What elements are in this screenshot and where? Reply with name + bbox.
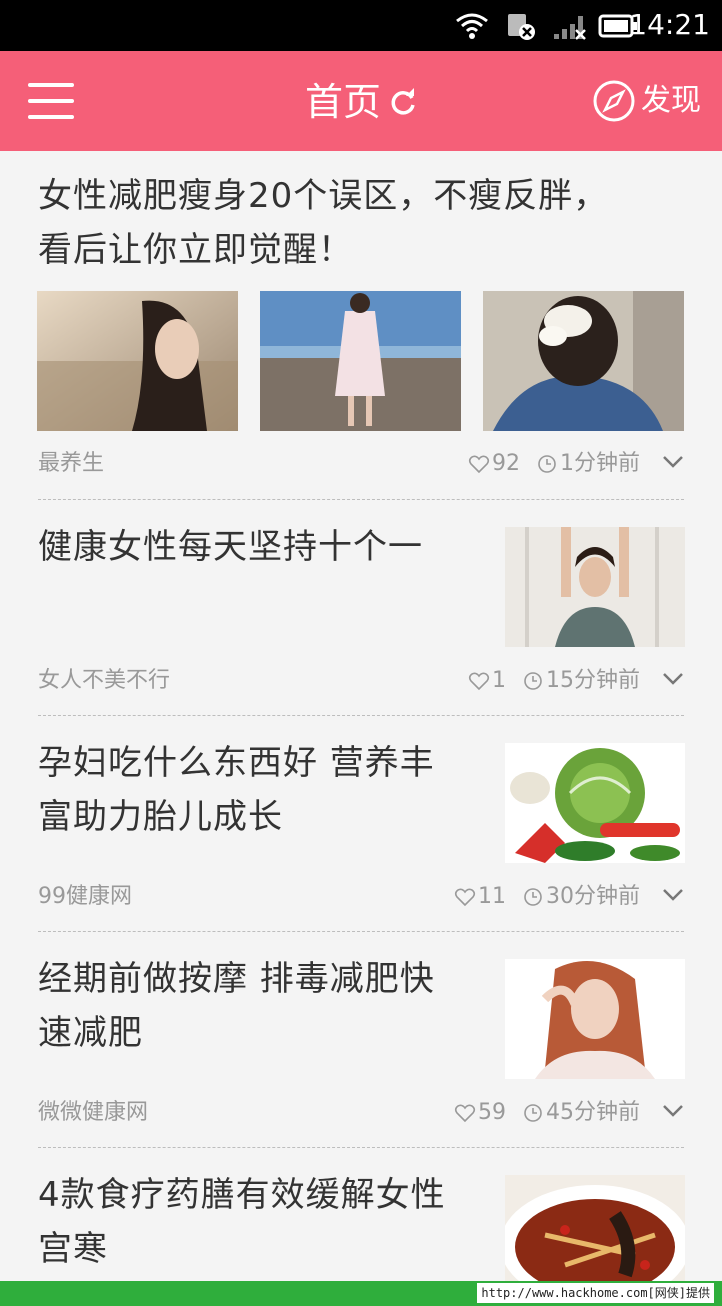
article-meta: 女人不美不行 1 15分钟前 — [38, 666, 684, 696]
page-title[interactable]: 首页 — [305, 77, 381, 127]
article-title: 女性减肥瘦身20个误区，不瘦反胖， 看后让你立即觉醒！ — [38, 169, 688, 277]
menu-icon[interactable] — [28, 81, 74, 121]
heart-icon[interactable] — [454, 886, 476, 908]
chevron-down-icon[interactable] — [662, 672, 684, 686]
title-line: 速减肥 — [38, 1013, 143, 1053]
chevron-down-icon[interactable] — [662, 1104, 684, 1118]
article-image — [505, 1175, 685, 1281]
article-source: 最养生 — [38, 451, 105, 476]
title-line: 宫寒 — [38, 1229, 108, 1269]
app-bar: 首页 发现 — [0, 51, 722, 151]
article-item[interactable]: 健康女性每天坚持十个一 女人不美不行 1 15分钟前 — [0, 500, 722, 716]
article-title: 孕妇吃什么东西好 营养丰 富助力胎儿成长 — [38, 736, 488, 844]
heart-icon[interactable] — [454, 1102, 476, 1124]
article-image — [483, 291, 684, 431]
discover-button[interactable]: 发现 — [641, 81, 701, 121]
like-count: 11 — [478, 884, 506, 909]
article-item[interactable]: 4款食疗药膳有效缓解女性 宫寒 — [0, 1148, 722, 1281]
chevron-down-icon[interactable] — [662, 888, 684, 902]
article-source: 99健康网 — [38, 884, 132, 909]
status-bar: 14:21 — [0, 0, 722, 51]
article-source: 微微健康网 — [38, 1100, 149, 1125]
title-line: 富助力胎儿成长 — [38, 797, 283, 837]
signal-icon — [554, 16, 586, 40]
article-image — [37, 291, 238, 431]
compass-icon[interactable] — [592, 79, 636, 123]
heart-icon[interactable] — [468, 453, 490, 475]
article-item[interactable]: 孕妇吃什么东西好 营养丰 富助力胎儿成长 99健康网 11 30分钟前 — [0, 716, 722, 932]
publish-time: 45分钟前 — [546, 1100, 640, 1125]
publish-time: 1分钟前 — [560, 451, 640, 476]
article-item[interactable]: 女性减肥瘦身20个误区，不瘦反胖， 看后让你立即觉醒！ 最养生 92 1分钟前 — [0, 151, 722, 500]
article-meta: 微微健康网 59 45分钟前 — [38, 1098, 684, 1128]
article-image — [505, 743, 685, 863]
article-image — [260, 291, 461, 431]
sim-disabled-icon — [508, 14, 535, 40]
like-count: 92 — [492, 451, 520, 476]
watermark: http://www.hackhome.com[网侠]提供 — [477, 1283, 714, 1303]
article-image — [505, 527, 685, 647]
publish-time: 30分钟前 — [546, 884, 640, 909]
like-count: 1 — [492, 668, 506, 693]
title-line: 女性减肥瘦身20个误区，不瘦反胖， — [38, 176, 609, 216]
title-line: 经期前做按摩 排毒减肥快 — [38, 959, 435, 999]
article-title: 4款食疗药膳有效缓解女性 宫寒 — [38, 1168, 488, 1276]
article-item[interactable]: 经期前做按摩 排毒减肥快 速减肥 微微健康网 59 45分钟前 — [0, 932, 722, 1148]
wifi-icon — [456, 13, 488, 39]
article-title: 经期前做按摩 排毒减肥快 速减肥 — [38, 952, 488, 1060]
like-count: 59 — [478, 1100, 506, 1125]
title-line: 4款食疗药膳有效缓解女性 — [38, 1175, 446, 1215]
clock-icon — [524, 1104, 542, 1122]
refresh-icon[interactable] — [388, 87, 418, 117]
heart-icon[interactable] — [468, 670, 490, 692]
title-line: 健康女性每天坚持十个一 — [38, 527, 423, 567]
title-line: 看后让你立即觉醒！ — [38, 230, 353, 270]
article-source: 女人不美不行 — [38, 668, 171, 693]
article-meta: 最养生 92 1分钟前 — [38, 449, 684, 479]
title-line: 孕妇吃什么东西好 营养丰 — [38, 743, 435, 783]
clock-icon — [524, 672, 542, 690]
article-title: 健康女性每天坚持十个一 — [38, 520, 488, 574]
chevron-down-icon[interactable] — [662, 455, 684, 469]
clock-icon — [538, 455, 556, 473]
publish-time: 15分钟前 — [546, 668, 640, 693]
clock-icon — [524, 888, 542, 906]
clock: 14:21 — [629, 8, 710, 41]
article-meta: 99健康网 11 30分钟前 — [38, 882, 684, 912]
article-image — [505, 959, 685, 1079]
